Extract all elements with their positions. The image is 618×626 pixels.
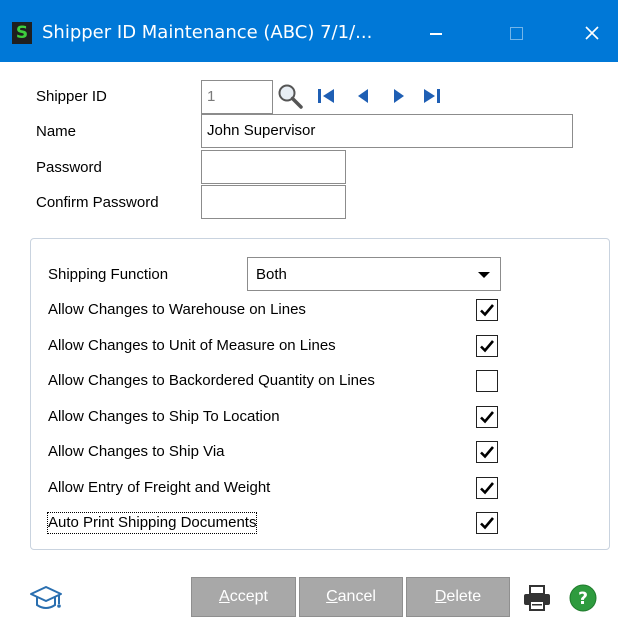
next-record-icon[interactable] [390, 86, 408, 106]
shipper-id-input[interactable]: 1 [201, 80, 273, 114]
option-checkbox[interactable] [476, 335, 498, 357]
option-checkbox[interactable] [476, 477, 498, 499]
checkmark-icon [480, 340, 494, 353]
svg-text:?: ? [578, 589, 588, 609]
previous-record-icon[interactable] [354, 86, 372, 106]
confirm-password-input[interactable] [201, 185, 346, 219]
close-button[interactable] [572, 14, 612, 52]
password-input[interactable] [201, 150, 346, 184]
checkmark-icon [480, 411, 494, 424]
option-label: Allow Entry of Freight and Weight [48, 479, 271, 496]
option-label: Allow Changes to Unit of Measure on Line… [48, 337, 336, 354]
option-label: Allow Changes to Backordered Quantity on… [48, 372, 375, 389]
maximize-button[interactable] [496, 14, 536, 52]
confirm-password-label: Confirm Password [36, 194, 159, 211]
last-record-icon[interactable] [422, 86, 442, 106]
name-input[interactable]: John Supervisor [201, 114, 573, 148]
checkmark-icon [480, 304, 494, 317]
shipper-id-label: Shipper ID [36, 88, 107, 105]
shipping-function-select[interactable]: Both [247, 257, 501, 291]
graduation-cap-icon[interactable] [28, 584, 64, 614]
checkmark-icon [480, 446, 494, 459]
title-bar[interactable]: S Shipper ID Maintenance (ABC) 7/1/... [0, 0, 618, 62]
option-checkbox[interactable] [476, 370, 498, 392]
accept-button[interactable]: Accept [191, 577, 296, 617]
name-label: Name [36, 123, 77, 140]
window-title: Shipper ID Maintenance (ABC) 7/1/... [42, 22, 373, 43]
option-checkbox[interactable] [476, 299, 498, 321]
delete-button[interactable]: Delete [406, 577, 510, 617]
first-record-icon[interactable] [316, 86, 336, 106]
checkmark-icon [480, 482, 494, 495]
chevron-down-icon [478, 272, 490, 278]
option-label: Allow Changes to Warehouse on Lines [48, 301, 306, 318]
app-logo-icon: S [12, 22, 32, 44]
option-checkbox[interactable] [476, 441, 498, 463]
magnifier-icon[interactable] [276, 82, 304, 110]
shipping-function-label: Shipping Function [48, 266, 169, 283]
option-label: Allow Changes to Ship Via [48, 443, 225, 460]
option-checkbox[interactable] [476, 512, 498, 534]
option-label: Auto Print Shipping Documents [46, 512, 258, 534]
checkmark-icon [480, 517, 494, 530]
option-label: Allow Changes to Ship To Location [48, 408, 280, 425]
cancel-button[interactable]: Cancel [299, 577, 403, 617]
password-label: Password [36, 159, 102, 176]
printer-icon[interactable] [522, 584, 552, 612]
option-checkbox[interactable] [476, 406, 498, 428]
close-icon [585, 26, 599, 40]
question-mark-icon[interactable]: ? [568, 583, 598, 613]
shipping-function-value: Both [256, 266, 287, 283]
minimize-button[interactable] [416, 14, 456, 52]
